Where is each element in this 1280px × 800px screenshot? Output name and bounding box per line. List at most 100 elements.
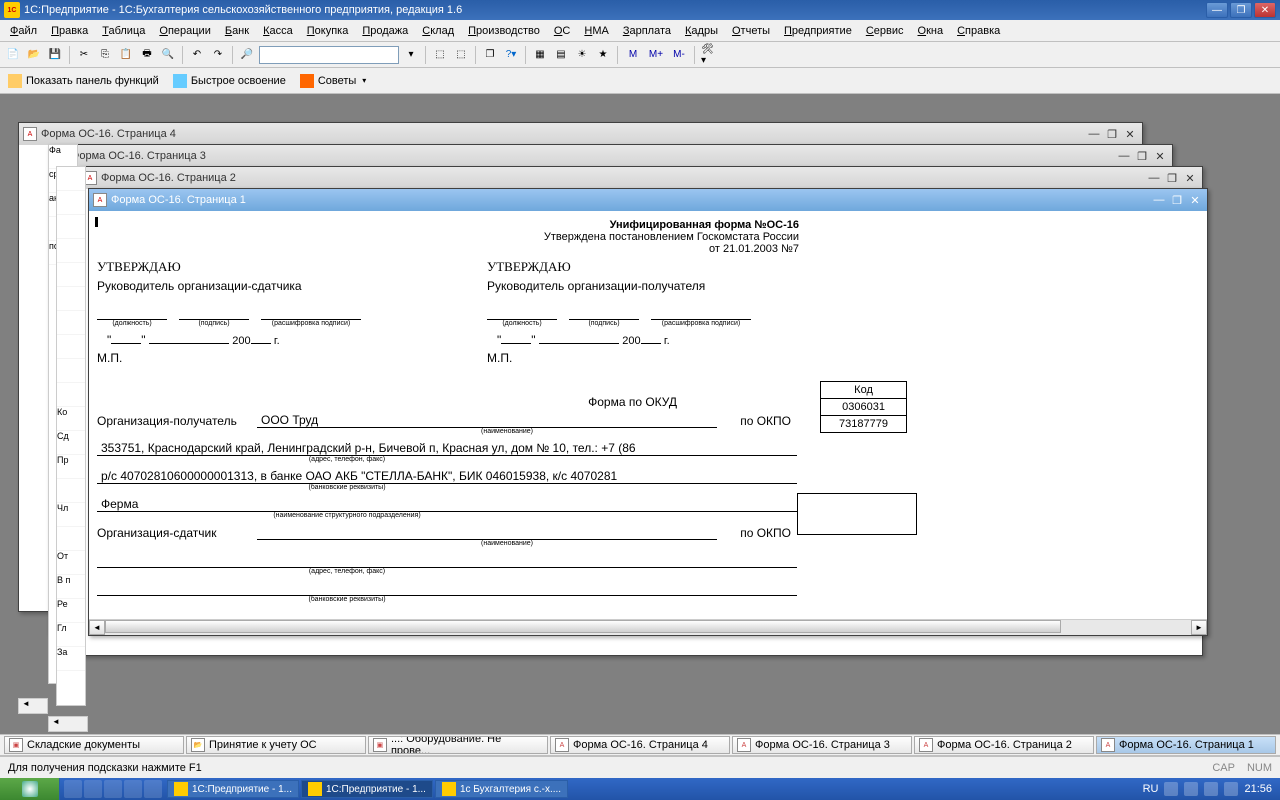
name-tiny: (наименование) [257, 428, 757, 435]
doc-close-button[interactable]: ✕ [1187, 193, 1203, 207]
close-button[interactable]: ✕ [1254, 2, 1276, 18]
doc-min-button[interactable]: — [1151, 193, 1167, 207]
func-panel-button[interactable]: Показать панель функций [4, 72, 163, 90]
windows-icon[interactable]: ❐ [481, 46, 499, 64]
horizontal-scrollbar[interactable]: ◄ ► [89, 619, 1207, 635]
doc-close-button[interactable]: ✕ [1182, 171, 1198, 185]
doc-max-button[interactable]: ❐ [1104, 127, 1120, 141]
search-go-icon[interactable]: ▾ [402, 46, 420, 64]
task-Складские документы[interactable]: ▣Складские документы [4, 736, 184, 754]
paste-icon[interactable]: 📋 [117, 46, 135, 64]
menu-ОС[interactable]: ОС [548, 23, 577, 39]
help-icon[interactable]: ?▾ [502, 46, 520, 64]
menu-Склад[interactable]: Склад [416, 23, 460, 39]
tray-icon[interactable] [1184, 782, 1198, 796]
print-icon[interactable]: 🖶 [138, 46, 156, 64]
task-Форма ОС-16. Страница 1[interactable]: AФорма ОС-16. Страница 1 [1096, 736, 1276, 754]
ql-icon[interactable] [84, 780, 102, 798]
approve-left: УТВЕРЖДАЮ [97, 259, 447, 275]
menu-Банк[interactable]: Банк [219, 23, 255, 39]
tools-icon[interactable]: 🛠▾ [700, 46, 718, 64]
task-Форма ОС-16. Страница 3[interactable]: AФорма ОС-16. Страница 3 [732, 736, 912, 754]
doc-close-button[interactable]: ✕ [1152, 149, 1168, 163]
fast-learn-button[interactable]: Быстрое освоение [169, 72, 290, 90]
task-Форма ОС-16. Страница 4[interactable]: AФорма ОС-16. Страница 4 [550, 736, 730, 754]
lang-indicator[interactable]: RU [1143, 783, 1159, 795]
save-icon[interactable]: 💾 [46, 46, 64, 64]
menu-Операции[interactable]: Операции [153, 23, 216, 39]
star-icon[interactable]: ★ [594, 46, 612, 64]
scroll-left-button[interactable]: ◄ [89, 620, 105, 635]
menu-Справка[interactable]: Справка [951, 23, 1006, 39]
ql-icon[interactable] [144, 780, 162, 798]
sun-icon[interactable]: ☀ [573, 46, 591, 64]
mem-m-button[interactable]: M [623, 46, 643, 64]
tips-button[interactable]: Советы▾ [296, 72, 371, 90]
doc-window-page1[interactable]: AФорма ОС-16. Страница 1 —❐✕ Унифицирова… [88, 188, 1208, 636]
copy-icon[interactable]: ⎘ [96, 46, 114, 64]
mp-right: М.П. [487, 351, 837, 365]
redo-icon[interactable]: ↷ [209, 46, 227, 64]
org-recv-value: ООО Труд [257, 413, 717, 428]
menu-НМА[interactable]: НМА [578, 23, 614, 39]
minimize-button[interactable]: — [1206, 2, 1228, 18]
ql-icon[interactable] [64, 780, 82, 798]
tray-icon[interactable] [1204, 782, 1218, 796]
find-icon[interactable]: 🔎 [238, 46, 256, 64]
org-recv-label: Организация-получатель [97, 414, 257, 428]
menu-Файл[interactable]: Файл [4, 23, 43, 39]
sig-pos-tiny: (должность) [487, 320, 557, 327]
preview-icon[interactable]: 🔍 [159, 46, 177, 64]
menu-Таблица[interactable]: Таблица [96, 23, 151, 39]
mem-mplus-button[interactable]: M+ [646, 46, 666, 64]
mem-mminus-button[interactable]: M- [669, 46, 689, 64]
maximize-button[interactable]: ❐ [1230, 2, 1252, 18]
tool-a-icon[interactable]: ⬚ [431, 46, 449, 64]
search-input[interactable] [259, 46, 399, 64]
wintask[interactable]: 1С:Предприятие - 1... [301, 780, 433, 798]
status-cap: CAP [1212, 762, 1235, 774]
menu-Кадры[interactable]: Кадры [679, 23, 724, 39]
doc-min-button[interactable]: — [1086, 127, 1102, 141]
tray-icon[interactable] [1224, 782, 1238, 796]
wintask[interactable]: 1с Бухгалтерия с.-х.... [435, 780, 568, 798]
task-Принятие к учету ОС[interactable]: 📂Принятие к учету ОС [186, 736, 366, 754]
doc-max-button[interactable]: ❐ [1164, 171, 1180, 185]
menu-Отчеты[interactable]: Отчеты [726, 23, 776, 39]
ql-icon[interactable] [104, 780, 122, 798]
menu-Правка[interactable]: Правка [45, 23, 94, 39]
start-button[interactable] [0, 778, 60, 800]
doc-max-button[interactable]: ❐ [1169, 193, 1185, 207]
menu-Производство[interactable]: Производство [462, 23, 546, 39]
new-icon[interactable]: 📄 [4, 46, 22, 64]
menu-Покупка[interactable]: Покупка [301, 23, 355, 39]
tool-b-icon[interactable]: ⬚ [452, 46, 470, 64]
ql-icon[interactable] [124, 780, 142, 798]
org-send-label: Организация-сдатчик [97, 526, 257, 540]
clock[interactable]: 21:56 [1244, 783, 1272, 795]
menu-Предприятие[interactable]: Предприятие [778, 23, 858, 39]
menu-Продажа[interactable]: Продажа [356, 23, 414, 39]
wintask[interactable]: 1С:Предприятие - 1... [167, 780, 299, 798]
open-icon[interactable]: 📂 [25, 46, 43, 64]
cut-icon[interactable]: ✂ [75, 46, 93, 64]
doc-min-button[interactable]: — [1146, 171, 1162, 185]
doc-close-button[interactable]: ✕ [1122, 127, 1138, 141]
grid-icon[interactable]: ▦ [531, 46, 549, 64]
back-scroll2[interactable]: ◄ [48, 716, 88, 732]
task-Форма ОС-16. Страница 2[interactable]: AФорма ОС-16. Страница 2 [914, 736, 1094, 754]
menu-Сервис[interactable]: Сервис [860, 23, 910, 39]
scroll-right-button[interactable]: ► [1191, 620, 1207, 635]
yearl: г. [274, 335, 280, 347]
tray-icon[interactable] [1164, 782, 1178, 796]
back-scroll[interactable]: ◄ [18, 698, 48, 714]
undo-icon[interactable]: ↶ [188, 46, 206, 64]
grid2-icon[interactable]: ▤ [552, 46, 570, 64]
menu-Касса[interactable]: Касса [257, 23, 299, 39]
status-num: NUM [1247, 762, 1272, 774]
doc-max-button[interactable]: ❐ [1134, 149, 1150, 163]
menu-Окна[interactable]: Окна [912, 23, 950, 39]
menu-Зарплата[interactable]: Зарплата [617, 23, 677, 39]
task-...: Оборудование. Не прове...[interactable]: ▣...: Оборудование. Не прове... [368, 736, 548, 754]
doc-min-button[interactable]: — [1116, 149, 1132, 163]
